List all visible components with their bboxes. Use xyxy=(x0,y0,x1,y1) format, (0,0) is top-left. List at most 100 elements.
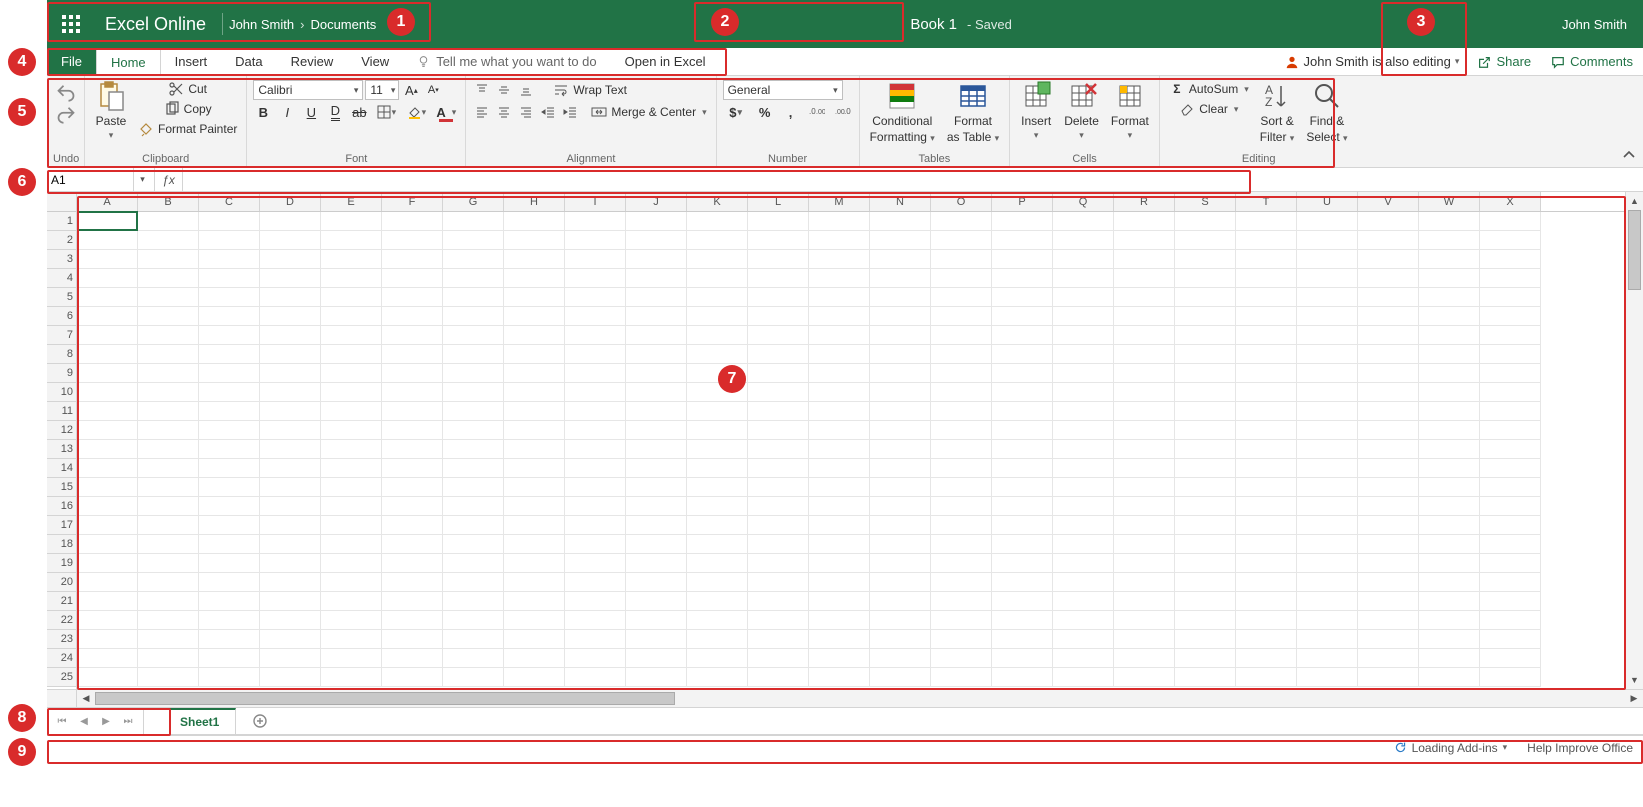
cell[interactable] xyxy=(1053,630,1114,649)
cell[interactable] xyxy=(687,516,748,535)
cell[interactable] xyxy=(1053,478,1114,497)
cell[interactable] xyxy=(870,611,931,630)
cell[interactable] xyxy=(1297,649,1358,668)
sort-filter-button[interactable]: AZ Sort & Filter ▾ xyxy=(1256,78,1299,146)
cell[interactable] xyxy=(138,307,199,326)
column-header[interactable]: H xyxy=(504,192,565,211)
bold-button[interactable]: B xyxy=(253,102,273,122)
cell[interactable] xyxy=(77,459,138,478)
cell[interactable] xyxy=(260,630,321,649)
cell[interactable] xyxy=(809,611,870,630)
cell[interactable] xyxy=(1480,573,1541,592)
help-improve-link[interactable]: Help Improve Office xyxy=(1517,741,1643,755)
cell[interactable] xyxy=(138,535,199,554)
cell[interactable] xyxy=(748,516,809,535)
cell[interactable] xyxy=(687,630,748,649)
cell[interactable] xyxy=(1480,611,1541,630)
cell[interactable] xyxy=(870,668,931,687)
cell[interactable] xyxy=(1419,592,1480,611)
column-header[interactable]: R xyxy=(1114,192,1175,211)
clear-button[interactable]: Clear▾ xyxy=(1166,100,1252,118)
cell[interactable] xyxy=(931,307,992,326)
cell[interactable] xyxy=(626,402,687,421)
cell[interactable] xyxy=(1419,421,1480,440)
collapse-ribbon-button[interactable] xyxy=(1621,147,1637,163)
cell[interactable] xyxy=(321,440,382,459)
cell[interactable] xyxy=(77,649,138,668)
cell[interactable] xyxy=(321,326,382,345)
cell[interactable] xyxy=(77,269,138,288)
cell[interactable] xyxy=(321,212,382,231)
cell[interactable] xyxy=(260,478,321,497)
cell[interactable] xyxy=(565,478,626,497)
cell[interactable] xyxy=(443,459,504,478)
scroll-down-button[interactable]: ▼ xyxy=(1626,671,1643,689)
cell[interactable] xyxy=(443,250,504,269)
align-left-button[interactable] xyxy=(472,102,492,122)
cell[interactable] xyxy=(382,421,443,440)
cell[interactable] xyxy=(748,649,809,668)
cell[interactable] xyxy=(260,459,321,478)
cell[interactable] xyxy=(626,307,687,326)
cell[interactable] xyxy=(260,554,321,573)
tab-insert[interactable]: Insert xyxy=(161,48,222,75)
cell[interactable] xyxy=(504,478,565,497)
cell[interactable] xyxy=(992,326,1053,345)
name-box-dropdown[interactable]: ▾ xyxy=(133,168,151,191)
column-header[interactable]: L xyxy=(748,192,809,211)
cell[interactable] xyxy=(809,307,870,326)
row-header[interactable]: 7 xyxy=(47,326,76,345)
cell[interactable] xyxy=(504,497,565,516)
cell[interactable] xyxy=(992,611,1053,630)
decrease-indent-button[interactable] xyxy=(538,102,558,122)
vertical-scrollbar[interactable]: ▲ ▼ xyxy=(1625,192,1643,689)
cell[interactable] xyxy=(443,516,504,535)
cell[interactable] xyxy=(1175,630,1236,649)
cell[interactable] xyxy=(809,212,870,231)
scroll-up-button[interactable]: ▲ xyxy=(1626,192,1643,210)
cell[interactable] xyxy=(1297,269,1358,288)
cell[interactable] xyxy=(77,288,138,307)
cell[interactable] xyxy=(443,345,504,364)
cell[interactable] xyxy=(1053,554,1114,573)
cell[interactable] xyxy=(504,535,565,554)
column-header[interactable]: G xyxy=(443,192,504,211)
cell[interactable] xyxy=(1297,307,1358,326)
cell[interactable] xyxy=(931,573,992,592)
cell[interactable] xyxy=(809,421,870,440)
cell[interactable] xyxy=(1480,326,1541,345)
cell[interactable] xyxy=(1358,554,1419,573)
cell[interactable] xyxy=(77,592,138,611)
cell[interactable] xyxy=(199,478,260,497)
cell[interactable] xyxy=(931,630,992,649)
cell[interactable] xyxy=(870,459,931,478)
cell[interactable] xyxy=(382,516,443,535)
cell[interactable] xyxy=(809,231,870,250)
cell[interactable] xyxy=(321,573,382,592)
cell[interactable] xyxy=(199,440,260,459)
row-header[interactable]: 18 xyxy=(47,535,76,554)
cell[interactable] xyxy=(809,250,870,269)
cell[interactable] xyxy=(138,421,199,440)
cell[interactable] xyxy=(504,345,565,364)
cell[interactable] xyxy=(1358,212,1419,231)
cell[interactable] xyxy=(992,402,1053,421)
cell[interactable] xyxy=(382,668,443,687)
cell[interactable] xyxy=(1480,516,1541,535)
cell[interactable] xyxy=(443,364,504,383)
cell[interactable] xyxy=(565,649,626,668)
cell[interactable] xyxy=(1114,649,1175,668)
cell[interactable] xyxy=(931,592,992,611)
cell[interactable] xyxy=(382,630,443,649)
cell[interactable] xyxy=(199,288,260,307)
cell[interactable] xyxy=(748,326,809,345)
cell[interactable] xyxy=(199,535,260,554)
cell[interactable] xyxy=(687,649,748,668)
cell[interactable] xyxy=(1114,516,1175,535)
cell[interactable] xyxy=(1297,288,1358,307)
cell[interactable] xyxy=(1114,345,1175,364)
cell[interactable] xyxy=(565,516,626,535)
cell[interactable] xyxy=(1236,630,1297,649)
tab-review[interactable]: Review xyxy=(277,48,348,75)
cell[interactable] xyxy=(1480,421,1541,440)
